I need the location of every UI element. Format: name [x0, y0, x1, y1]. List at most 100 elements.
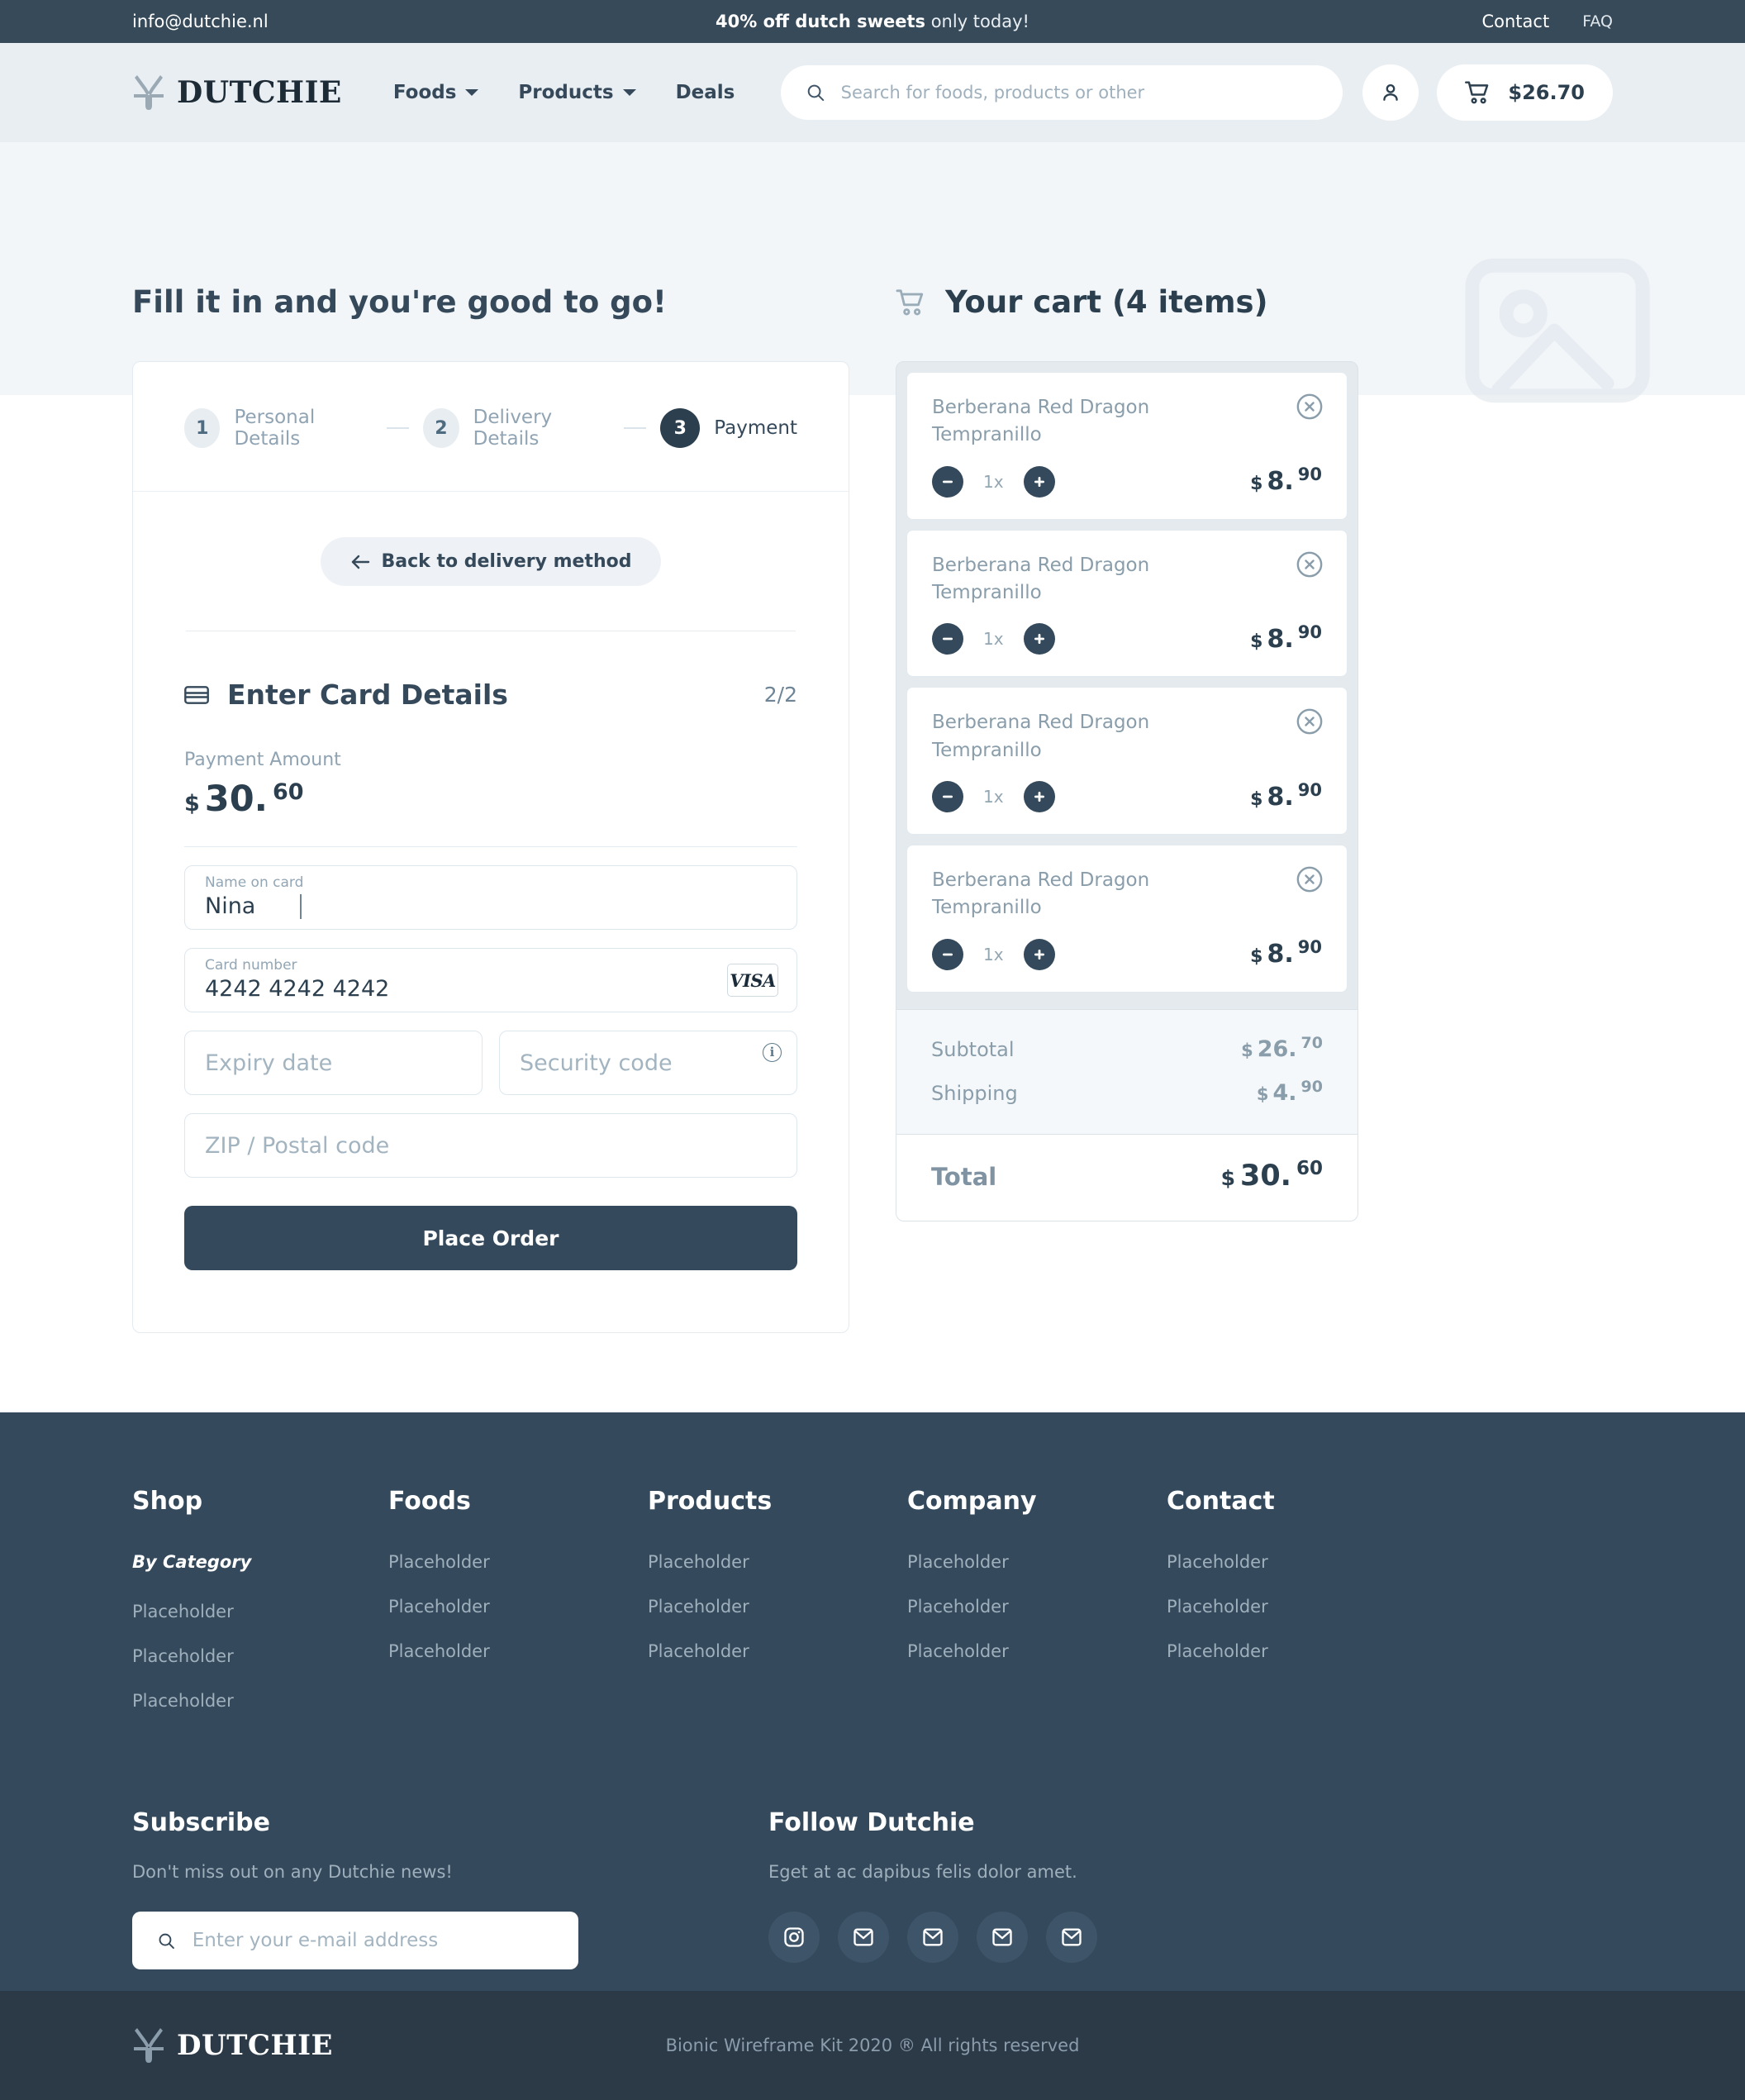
cart-item-quantity: 1x: [983, 629, 1004, 650]
cart-item: Berberana Red Dragon Tempranillo 1x $ 8.…: [906, 372, 1348, 520]
mail-icon: [992, 1928, 1012, 1946]
social-mail-button[interactable]: [838, 1912, 889, 1963]
social-mail-button[interactable]: [907, 1912, 958, 1963]
cart-amount: $26.70: [1508, 81, 1585, 104]
footer-column-company: Company Placeholder Placeholder Placehol…: [907, 1487, 1167, 1711]
footer-link[interactable]: Placeholder: [388, 1597, 648, 1617]
social-instagram-button[interactable]: [768, 1912, 820, 1963]
card-number-value: 4242 4242 4242: [205, 975, 390, 1002]
increase-quantity-button[interactable]: [1023, 623, 1055, 655]
cart-panel: Berberana Red Dragon Tempranillo 1x $ 8.…: [896, 361, 1358, 1221]
footer-heading-shop: Shop: [132, 1487, 203, 1516]
cart-item-name: Berberana Red Dragon Tempranillo: [932, 712, 1150, 761]
minus-icon: [943, 953, 953, 956]
cart-item-price: $ 8. 90: [1250, 622, 1322, 654]
search-input[interactable]: [840, 83, 1319, 102]
footer-link[interactable]: Placeholder: [388, 1641, 648, 1661]
footer-column-products: Products Placeholder Placeholder Placeho…: [648, 1487, 907, 1711]
remove-item-icon[interactable]: [1296, 550, 1324, 579]
footer-heading-company: Company: [907, 1487, 1037, 1516]
step-delivery-details[interactable]: 2 Delivery Details: [423, 407, 610, 450]
security-code-field[interactable]: Security code i: [499, 1031, 797, 1095]
decrease-quantity-button[interactable]: [932, 781, 963, 813]
cart-totals: Subtotal $ 26. 70 Shipping $ 4. 90: [896, 1009, 1358, 1135]
footer-link[interactable]: Placeholder: [1167, 1641, 1426, 1661]
main-content: Fill it in and you're good to go! 1 Pers…: [0, 142, 1745, 1333]
remove-item-icon[interactable]: [1296, 393, 1324, 421]
expiry-date-field[interactable]: Expiry date: [184, 1031, 483, 1095]
cart-button[interactable]: $26.70: [1437, 64, 1613, 121]
account-button[interactable]: [1362, 64, 1419, 121]
shipping-cents: 90: [1300, 1077, 1323, 1096]
step-label-2: Delivery Details: [473, 407, 553, 450]
promo-bold: 40% off dutch sweets: [716, 12, 926, 31]
cart-item-quantity: 1x: [983, 471, 1004, 492]
footer-bottom-sections: Subscribe Don't miss out on any Dutchie …: [132, 1808, 1613, 1969]
footer-link[interactable]: Placeholder: [907, 1552, 1167, 1572]
cart-item-price: $ 8. 90: [1250, 780, 1322, 812]
increase-quantity-button[interactable]: [1023, 781, 1055, 813]
search-icon: [808, 84, 825, 102]
subscribe-input-wrapper[interactable]: [132, 1912, 578, 1969]
header-actions: $26.70: [1362, 64, 1613, 121]
footer-link[interactable]: Placeholder: [907, 1597, 1167, 1617]
footer-subheading-by-category: By Category: [132, 1552, 252, 1572]
footer-link[interactable]: Placeholder: [648, 1552, 907, 1572]
remove-item-icon[interactable]: [1296, 865, 1324, 893]
step-payment[interactable]: 3 Payment: [660, 408, 797, 448]
social-mail-button[interactable]: [977, 1912, 1028, 1963]
cart-item-controls: 1x $ 8. 90: [932, 780, 1322, 813]
footer-link[interactable]: Placeholder: [648, 1641, 907, 1661]
footer-link-columns: Shop By Category Placeholder Placeholder…: [132, 1487, 1613, 1711]
footer-link[interactable]: Placeholder: [388, 1552, 648, 1572]
info-icon[interactable]: i: [763, 1043, 782, 1062]
increase-quantity-button[interactable]: [1023, 465, 1055, 498]
footer-link[interactable]: Placeholder: [1167, 1597, 1426, 1617]
cart-item-cents: 90: [1297, 937, 1322, 958]
contact-link[interactable]: Contact: [1481, 12, 1549, 31]
footer-link[interactable]: Placeholder: [132, 1602, 388, 1621]
footer-link[interactable]: Placeholder: [132, 1646, 388, 1666]
decrease-quantity-button[interactable]: [932, 465, 963, 498]
back-to-delivery-button[interactable]: Back to delivery method: [320, 537, 662, 586]
shipping-currency: $: [1256, 1083, 1269, 1104]
step-personal-details[interactable]: 1 Personal Details: [184, 407, 373, 450]
decrease-quantity-button[interactable]: [932, 623, 963, 655]
nav-item-products[interactable]: Products: [518, 82, 636, 103]
increase-quantity-button[interactable]: [1023, 938, 1055, 970]
social-mail-button[interactable]: [1046, 1912, 1097, 1963]
footer-link[interactable]: Placeholder: [907, 1641, 1167, 1661]
instagram-icon: [784, 1927, 804, 1947]
subscribe-email-input[interactable]: [192, 1930, 554, 1951]
zip-postal-code-field[interactable]: ZIP / Postal code: [184, 1113, 797, 1178]
cart-item-whole: 8.: [1267, 940, 1294, 969]
nav-label-deals: Deals: [675, 82, 735, 103]
name-on-card-field[interactable]: Name on card Nina: [184, 865, 797, 930]
footer-brand-logo[interactable]: DUTCHIE: [132, 2026, 333, 2064]
nav-item-deals[interactable]: Deals: [676, 82, 735, 103]
faq-link[interactable]: FAQ: [1582, 12, 1613, 31]
cart-item-currency: $: [1250, 631, 1263, 652]
footer-heading-foods: Foods: [388, 1487, 471, 1516]
card-number-field[interactable]: Card number 4242 4242 4242 VISA: [184, 948, 797, 1012]
payment-amount-value: $ 30. 60: [184, 779, 797, 820]
payment-cents: 60: [272, 779, 304, 805]
footer-link[interactable]: Placeholder: [1167, 1552, 1426, 1572]
place-order-button[interactable]: Place Order: [184, 1206, 797, 1270]
cart-item-quantity: 1x: [983, 787, 1004, 807]
footer-link[interactable]: Placeholder: [648, 1597, 907, 1617]
shopping-cart-icon: [896, 288, 924, 315]
footer-link[interactable]: Placeholder: [132, 1691, 388, 1711]
decrease-quantity-button[interactable]: [932, 938, 963, 970]
name-on-card-label: Name on card: [205, 874, 304, 891]
mail-icon: [923, 1928, 943, 1946]
search-bar[interactable]: [781, 65, 1343, 120]
page-title: Fill it in and you're good to go!: [132, 284, 667, 320]
minus-icon: [943, 480, 953, 483]
remove-item-icon[interactable]: [1296, 707, 1324, 736]
amount-divider: [184, 846, 797, 847]
cart-items-list: Berberana Red Dragon Tempranillo 1x $ 8.…: [896, 361, 1358, 1010]
nav-item-foods[interactable]: Foods: [393, 82, 479, 103]
contact-email: info@dutchie.nl: [132, 12, 269, 31]
brand-logo[interactable]: DUTCHIE: [132, 74, 342, 112]
